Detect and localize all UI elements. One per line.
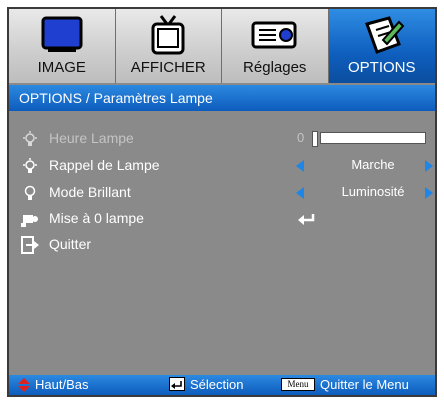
lamp-reset-label: Mise à 0 lampe — [49, 210, 144, 226]
tab-afficher-label: AFFICHER — [130, 59, 206, 76]
footer-updown: Haut/Bas — [35, 377, 89, 392]
tab-options-label: OPTIONS — [347, 59, 416, 76]
section-title-bar: OPTIONS / Paramètres Lampe — [9, 85, 435, 111]
right-arrow-icon[interactable] — [425, 187, 433, 199]
brightness-mode-value: Luminosité — [341, 184, 405, 199]
monitor-icon — [9, 13, 115, 57]
footer-select: Sélection — [190, 377, 244, 392]
lamp-reminder-value: Marche — [351, 157, 395, 172]
lamp-icon — [21, 157, 39, 175]
lamp-hours-value: 0 — [297, 130, 305, 145]
footer-quit-menu: Quitter le Menu — [320, 377, 409, 392]
lamp-hours-slider-thumb — [312, 131, 318, 147]
row-lamp-reminder[interactable]: Rappel de Lampe Marche — [9, 154, 435, 178]
osd-menu: IMAGE AFFICHER Réglages OPTIONS OPTIONS … — [7, 7, 437, 397]
lamp-reminder-label: Rappel de Lampe — [49, 157, 160, 173]
footer-bar: Haut/Bas Sélection Menu Quitter le Menu — [9, 375, 435, 395]
exit-icon — [21, 236, 39, 254]
right-arrow-icon[interactable] — [425, 160, 433, 172]
lamp-hours-bar — [320, 132, 426, 144]
tab-options[interactable]: OPTIONS — [328, 9, 436, 83]
section-title: OPTIONS / Paramètres Lampe — [19, 90, 213, 106]
tab-afficher[interactable]: AFFICHER — [115, 9, 222, 83]
enter-icon[interactable] — [298, 212, 316, 230]
options-panel: Heure Lampe 0 Rappel de Lampe Marche Mod… — [9, 111, 435, 375]
lamp-icon — [21, 130, 39, 148]
tab-image-label: IMAGE — [37, 59, 86, 76]
row-lamp-hours: Heure Lampe 0 — [9, 127, 435, 151]
tab-reglages[interactable]: Réglages — [222, 9, 329, 83]
left-arrow-icon[interactable] — [296, 160, 304, 172]
tab-bar: IMAGE AFFICHER Réglages OPTIONS — [9, 9, 435, 83]
row-brightness-mode[interactable]: Mode Brillant Luminosité — [9, 181, 435, 205]
row-lamp-reset[interactable]: Mise à 0 lampe — [9, 207, 435, 231]
row-exit[interactable]: Quitter — [9, 233, 435, 257]
tab-image[interactable]: IMAGE — [9, 9, 116, 83]
tab-reglages-label: Réglages — [243, 59, 307, 76]
exit-label: Quitter — [49, 236, 92, 252]
lamp-reset-icon — [21, 210, 39, 228]
tv-icon — [116, 13, 222, 57]
left-arrow-icon[interactable] — [296, 187, 304, 199]
updown-arrows-icon — [17, 378, 31, 397]
menu-key: Menu — [281, 378, 315, 391]
options-icon — [329, 13, 436, 57]
bulb-icon — [21, 184, 39, 202]
enter-key-icon — [169, 377, 185, 391]
projector-icon — [222, 13, 328, 57]
brightness-mode-label: Mode Brillant — [49, 184, 131, 200]
lamp-hours-label: Heure Lampe — [49, 130, 134, 146]
